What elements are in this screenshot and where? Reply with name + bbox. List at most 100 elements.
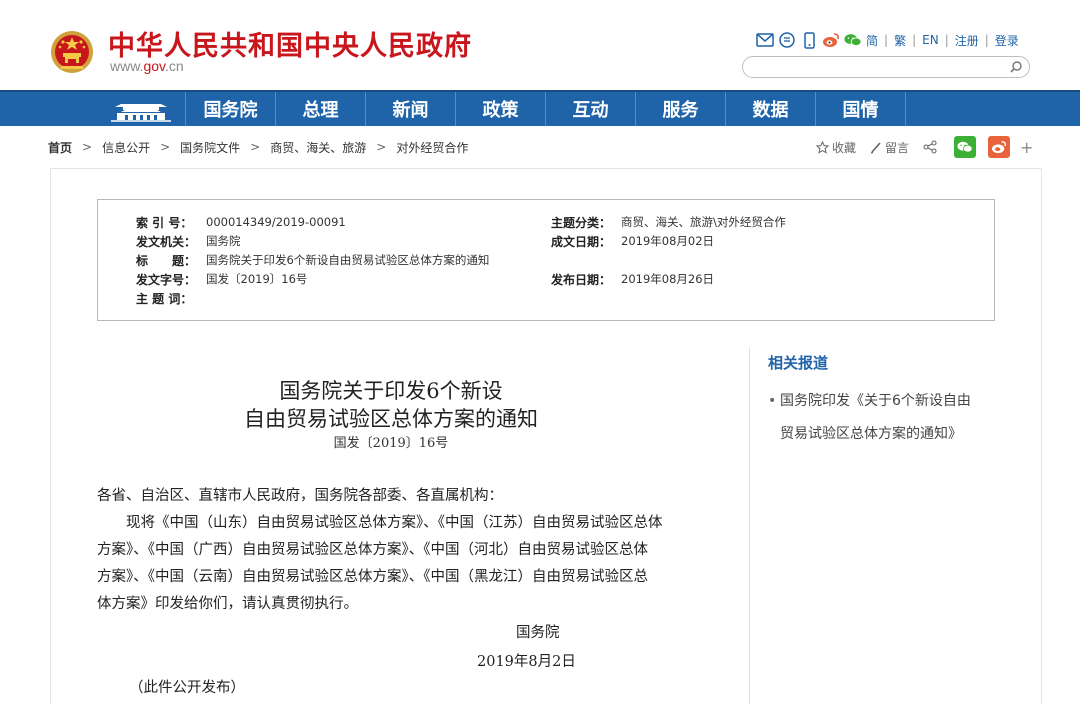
nav-item-data[interactable]: 数据	[726, 92, 816, 126]
document-number: 国发〔2019〕16号	[333, 436, 449, 451]
chevron-right-icon: >	[376, 140, 387, 154]
meta-label: 发文机关：	[136, 234, 197, 249]
meta-value: 国务院关于印发6个新设自由贸易试验区总体方案的通知	[206, 253, 490, 267]
divider: |	[884, 33, 889, 47]
message-icon[interactable]	[778, 31, 796, 49]
salutation: 各省、自治区、直辖市人民政府，国务院各部委、各直属机构：	[97, 488, 503, 504]
body-line: 方案》、《中国（云南）自由贸易试验区总体方案》、《中国（黑龙江）自由贸易试验区总	[97, 569, 648, 585]
related-report-line2: 贸易试验区总体方案的通知》	[780, 426, 962, 442]
lang-simplified-link[interactable]: 简	[866, 32, 878, 49]
signature: 国务院	[516, 625, 560, 641]
site-url-domain: gov	[143, 58, 165, 74]
meta-value: 2019年08月26日	[621, 272, 715, 286]
mobile-icon[interactable]	[800, 31, 818, 49]
meta-value: 国务院	[206, 234, 241, 248]
sidebar-title: 相关报道	[768, 354, 829, 372]
more-share-icon[interactable]: +	[1020, 138, 1033, 157]
meta-label: 发文字号：	[136, 272, 197, 287]
breadcrumb-item[interactable]: 对外经贸合作	[396, 139, 468, 156]
comment-button[interactable]: 留言	[870, 139, 909, 156]
nav-item-state-council[interactable]: 国务院	[186, 92, 276, 126]
wechat-icon[interactable]	[844, 31, 862, 49]
meta-title-row: 标 题： 国务院关于印发6个新设自由贸易试验区总体方案的通知	[136, 251, 489, 269]
body-line: 方案》、《中国（广西）自由贸易试验区总体方案》、《中国（河北）自由贸易试验区总体	[97, 542, 648, 558]
meta-issuer-row: 发文机关： 国务院	[136, 232, 241, 250]
favorite-label: 收藏	[832, 140, 857, 155]
register-link[interactable]: 注册	[955, 32, 979, 49]
related-report-line1: 国务院印发《关于6个新设自由	[780, 393, 971, 409]
main-nav: 国务院 总理 新闻 政策 互动 服务 数据 国情	[0, 90, 1080, 126]
lang-traditional-link[interactable]: 繁	[894, 32, 906, 49]
nav-item-policy[interactable]: 政策	[456, 92, 546, 126]
page-actions: 收藏 留言 +	[816, 134, 1033, 160]
tiananmen-icon	[110, 104, 171, 122]
divider: |	[944, 33, 949, 47]
search-input[interactable]	[753, 59, 1003, 75]
meta-label: 主题分类：	[551, 215, 612, 230]
share-button[interactable]	[923, 140, 940, 154]
meta-value: 000014349/2019-00091	[206, 215, 346, 229]
meta-label: 索 引 号：	[136, 215, 193, 230]
star-icon	[816, 140, 829, 154]
nav-item-services[interactable]: 服务	[636, 92, 726, 126]
nav-home-tiananmen[interactable]	[96, 92, 186, 126]
body-line: 现将《中国（山东）自由贸易试验区总体方案》、《中国（江苏）自由贸易试验区总体	[97, 515, 663, 531]
divider: |	[912, 33, 917, 47]
nav-item-interaction[interactable]: 互动	[546, 92, 636, 126]
header-tools: 简 | 繁 | EN | 注册 | 登录	[756, 30, 1019, 50]
meta-publish-date-row: 发布日期： 2019年08月26日	[551, 270, 714, 288]
national-emblem-icon[interactable]	[50, 28, 94, 76]
publish-note: （此件公开发布）	[129, 680, 245, 696]
related-reports-sidebar: 相关报道 • 国务院印发《关于6个新设自由 贸易试验区总体方案的通知》	[749, 347, 1009, 704]
search-icon[interactable]	[1009, 60, 1023, 74]
bullet-icon: •	[768, 393, 777, 409]
breadcrumb-home[interactable]: 首页	[48, 139, 72, 156]
nav-item-premier[interactable]: 总理	[276, 92, 366, 126]
document-title-line1: 国务院关于印发6个新设	[279, 379, 503, 403]
breadcrumb-item[interactable]: 商贸、海关、旅游	[270, 139, 366, 156]
meta-index-row: 索 引 号： 000014349/2019-00091	[136, 213, 346, 231]
comment-label: 留言	[885, 140, 910, 155]
divider: |	[984, 33, 989, 47]
share-wechat-button[interactable]	[954, 136, 977, 158]
meta-topic-row: 主题分类： 商贸、海关、旅游\对外经贸合作	[551, 213, 786, 231]
pencil-icon	[870, 141, 881, 154]
lang-english-link[interactable]: EN	[922, 33, 939, 47]
content-panel: 索 引 号： 000014349/2019-00091 主题分类： 商贸、海关、…	[50, 168, 1042, 704]
chevron-right-icon: >	[82, 140, 93, 154]
meta-label: 成文日期：	[551, 234, 612, 249]
nav-item-national-info[interactable]: 国情	[816, 92, 906, 126]
share-weibo-button[interactable]	[988, 136, 1011, 158]
document-title-line2: 自由贸易试验区总体方案的通知	[244, 407, 538, 431]
site-header: 中华人民共和国中央人民政府 www.gov.cn 简 | 繁 | EN | 注册…	[0, 0, 1080, 90]
search-box	[742, 56, 1030, 78]
related-report-link[interactable]: • 国务院印发《关于6个新设自由 贸易试验区总体方案的通知》	[768, 385, 998, 451]
site-url[interactable]: www.gov.cn	[110, 58, 184, 74]
sign-date: 2019年8月2日	[477, 654, 576, 670]
meta-doc-no-row: 发文字号： 国发〔2019〕16号	[136, 270, 307, 288]
breadcrumb-item[interactable]: 信息公开	[102, 139, 150, 156]
site-url-suffix: .cn	[165, 58, 184, 74]
nav-item-news[interactable]: 新闻	[366, 92, 456, 126]
meta-value: 商贸、海关、旅游\对外经贸合作	[621, 215, 786, 229]
meta-value: 2019年08月02日	[621, 234, 715, 248]
meta-value: 国发〔2019〕16号	[206, 272, 308, 286]
chevron-right-icon: >	[250, 140, 261, 154]
nav-bar: 国务院 总理 新闻 政策 互动 服务 数据 国情	[96, 92, 906, 126]
meta-label: 标 题：	[136, 253, 197, 268]
favorite-button[interactable]: 收藏	[816, 139, 856, 156]
site-url-prefix: www.	[110, 58, 144, 74]
weibo-icon[interactable]	[822, 31, 840, 49]
meta-label: 主 题 词：	[136, 291, 193, 306]
login-link[interactable]: 登录	[995, 32, 1019, 49]
wechat-icon	[957, 141, 973, 153]
weibo-icon	[992, 141, 1006, 154]
breadcrumb-item[interactable]: 国务院文件	[180, 139, 240, 156]
body-line: 体方案》印发给你们，请认真贯彻执行。	[97, 596, 358, 612]
meta-label: 发布日期：	[551, 272, 612, 287]
mail-icon[interactable]	[756, 31, 774, 49]
breadcrumb: 首页 > 信息公开 > 国务院文件 > 商贸、海关、旅游 > 对外经贸合作	[48, 138, 468, 156]
document-metadata-table: 索 引 号： 000014349/2019-00091 主题分类： 商贸、海关、…	[97, 199, 995, 321]
chevron-right-icon: >	[160, 140, 171, 154]
meta-keywords-row: 主 题 词：	[136, 289, 206, 307]
